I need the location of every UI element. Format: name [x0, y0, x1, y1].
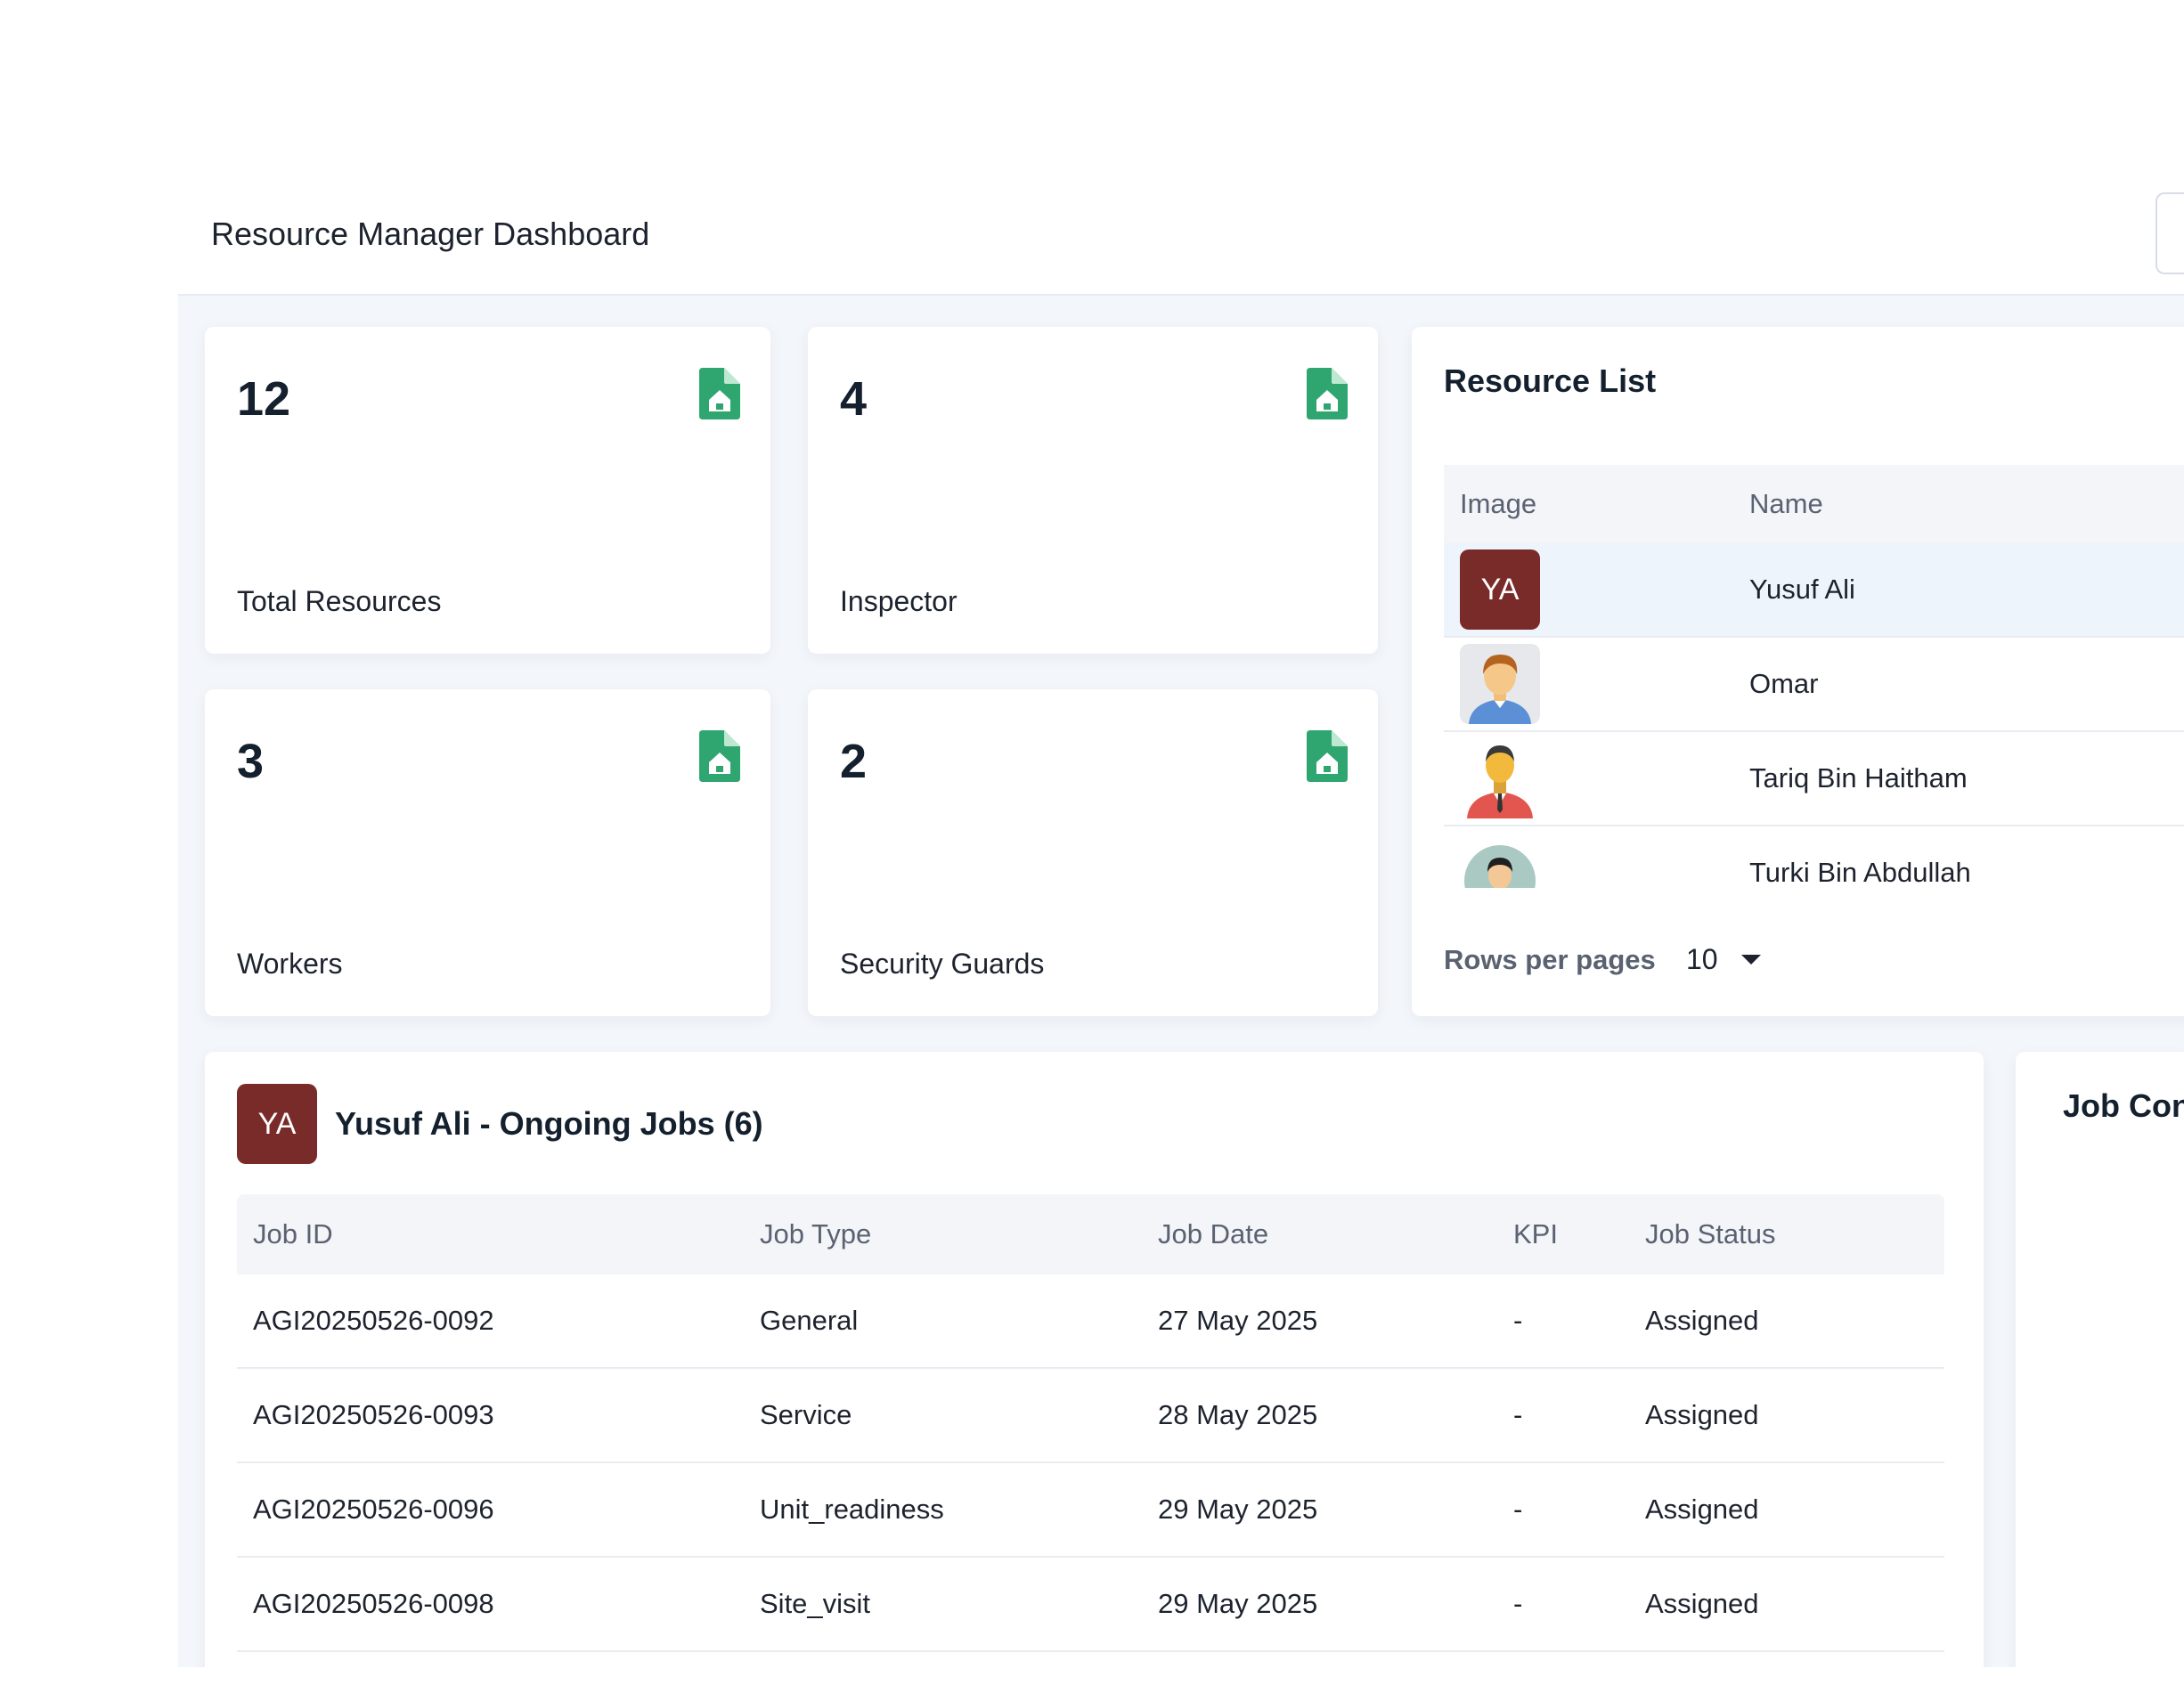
stat-label: Security Guards: [840, 948, 1045, 980]
stat-value: 2: [840, 735, 868, 788]
job-kpi: -: [1513, 1494, 1523, 1525]
job-date: 29 May 2025: [1158, 1494, 1318, 1525]
resource-list-card: Resource List Image Name YA Yusuf Ali Om…: [1412, 327, 2184, 1016]
resource-name: Tariq Bin Haitham: [1749, 762, 1968, 794]
job-date: 29 May 2025: [1158, 1588, 1318, 1619]
job-type: Site_visit: [760, 1588, 871, 1619]
document-icon: [699, 730, 740, 782]
avatar: YA: [237, 1084, 317, 1164]
person-avatar-icon: [1469, 655, 1531, 724]
job-status: Assigned: [1645, 1399, 1759, 1430]
document-icon: [699, 368, 740, 419]
resource-name: Omar: [1749, 668, 1819, 699]
stat-label: Inspector: [840, 585, 958, 617]
column-header-job-status: Job Status: [1645, 1218, 1776, 1250]
job-status: Assigned: [1645, 1494, 1759, 1525]
person-avatar-icon: [1464, 845, 1536, 888]
job-id: AGI20250526-0093: [253, 1399, 494, 1430]
avatar: [1460, 738, 1540, 818]
page-title: Resource Manager Dashboard: [211, 216, 650, 252]
stat-card-total-resources[interactable]: 12 Total Resources: [205, 327, 770, 654]
stat-card-workers[interactable]: 3 Workers: [205, 689, 770, 1016]
chevron-down-icon: [1740, 955, 1761, 965]
table-row[interactable]: AGI20250526-0096 Unit_readiness 29 May 2…: [237, 1463, 1944, 1558]
job-kpi: -: [1513, 1588, 1523, 1619]
job-type: Unit_readiness: [760, 1494, 944, 1525]
stat-card-inspector[interactable]: 4 Inspector: [808, 327, 1378, 654]
resource-table-header: Image Name: [1444, 465, 2184, 543]
avatar: [1460, 644, 1540, 724]
rows-per-page-select[interactable]: 10: [1686, 943, 1761, 976]
ongoing-jobs-card: YA Yusuf Ali - Ongoing Jobs (6) Job ID J…: [205, 1052, 1984, 1675]
stat-card-security-guards[interactable]: 2 Security Guards: [808, 689, 1378, 1016]
column-header-job-date: Job Date: [1158, 1218, 1269, 1250]
job-status: Assigned: [1645, 1305, 1759, 1336]
resource-name: Turki Bin Abdullah: [1749, 857, 1971, 888]
resource-row[interactable]: Omar: [1444, 638, 2184, 732]
table-row[interactable]: AGI20250526-0093 Service 28 May 2025 - A…: [237, 1369, 1944, 1463]
job-id: AGI20250526-0098: [253, 1588, 494, 1619]
column-header-kpi: KPI: [1513, 1218, 1558, 1250]
resource-name: Yusuf Ali: [1749, 574, 1855, 605]
job-date: 28 May 2025: [1158, 1399, 1318, 1430]
stat-label: Workers: [237, 948, 343, 980]
ongoing-jobs-title: Yusuf Ali - Ongoing Jobs (6): [335, 1105, 763, 1142]
rows-per-page-label: Rows per pages: [1444, 944, 1656, 975]
job-kpi: -: [1513, 1399, 1523, 1430]
job-status: Assigned: [1645, 1588, 1759, 1619]
job-date: 27 May 2025: [1158, 1305, 1318, 1336]
table-row[interactable]: AGI20250526-0098 Site_visit 29 May 2025 …: [237, 1558, 1944, 1652]
dashboard-content: 12 Total Resources 4 Inspector 3 Workers: [178, 296, 2184, 1675]
resource-row[interactable]: Turki Bin Abdullah: [1444, 826, 2184, 888]
column-header-image: Image: [1460, 488, 1537, 519]
rows-per-page-value: 10: [1686, 943, 1718, 975]
job-type: Service: [760, 1399, 852, 1430]
job-type: General: [760, 1305, 859, 1336]
job-kpi: -: [1513, 1305, 1523, 1336]
job-id: AGI20250526-0096: [253, 1494, 494, 1525]
job-id: AGI20250526-0092: [253, 1305, 494, 1336]
jobs-table-header: Job ID Job Type Job Date KPI Job Status: [237, 1194, 1944, 1274]
column-header-job-id: Job ID: [253, 1218, 333, 1250]
resource-table: Image Name YA Yusuf Ali Omar Tariq Bin H…: [1444, 465, 2184, 888]
stat-value: 4: [840, 372, 868, 426]
stat-value: 12: [237, 372, 291, 426]
resource-row[interactable]: YA Yusuf Ali: [1444, 543, 2184, 638]
avatar: [1460, 833, 1540, 888]
header-action-box[interactable]: [2155, 192, 2184, 274]
bottom-blank: [0, 1667, 2184, 1685]
job-completion-card: Job Con: [2016, 1052, 2184, 1675]
avatar: YA: [1460, 549, 1540, 630]
job-completion-title: Job Con: [2063, 1087, 2184, 1124]
jobs-table: Job ID Job Type Job Date KPI Job Status …: [237, 1194, 1944, 1652]
document-icon: [1307, 368, 1348, 419]
person-avatar-icon: [1467, 745, 1533, 818]
column-header-name: Name: [1749, 488, 1823, 519]
resource-list-title: Resource List: [1444, 362, 1657, 399]
resource-row[interactable]: Tariq Bin Haitham: [1444, 732, 2184, 826]
column-header-job-type: Job Type: [760, 1218, 872, 1250]
document-icon: [1307, 730, 1348, 782]
top-header: Resource Manager Dashboard: [0, 0, 2184, 296]
stat-label: Total Resources: [237, 585, 442, 617]
table-row[interactable]: AGI20250526-0092 General 27 May 2025 - A…: [237, 1274, 1944, 1369]
stat-value: 3: [237, 735, 265, 788]
